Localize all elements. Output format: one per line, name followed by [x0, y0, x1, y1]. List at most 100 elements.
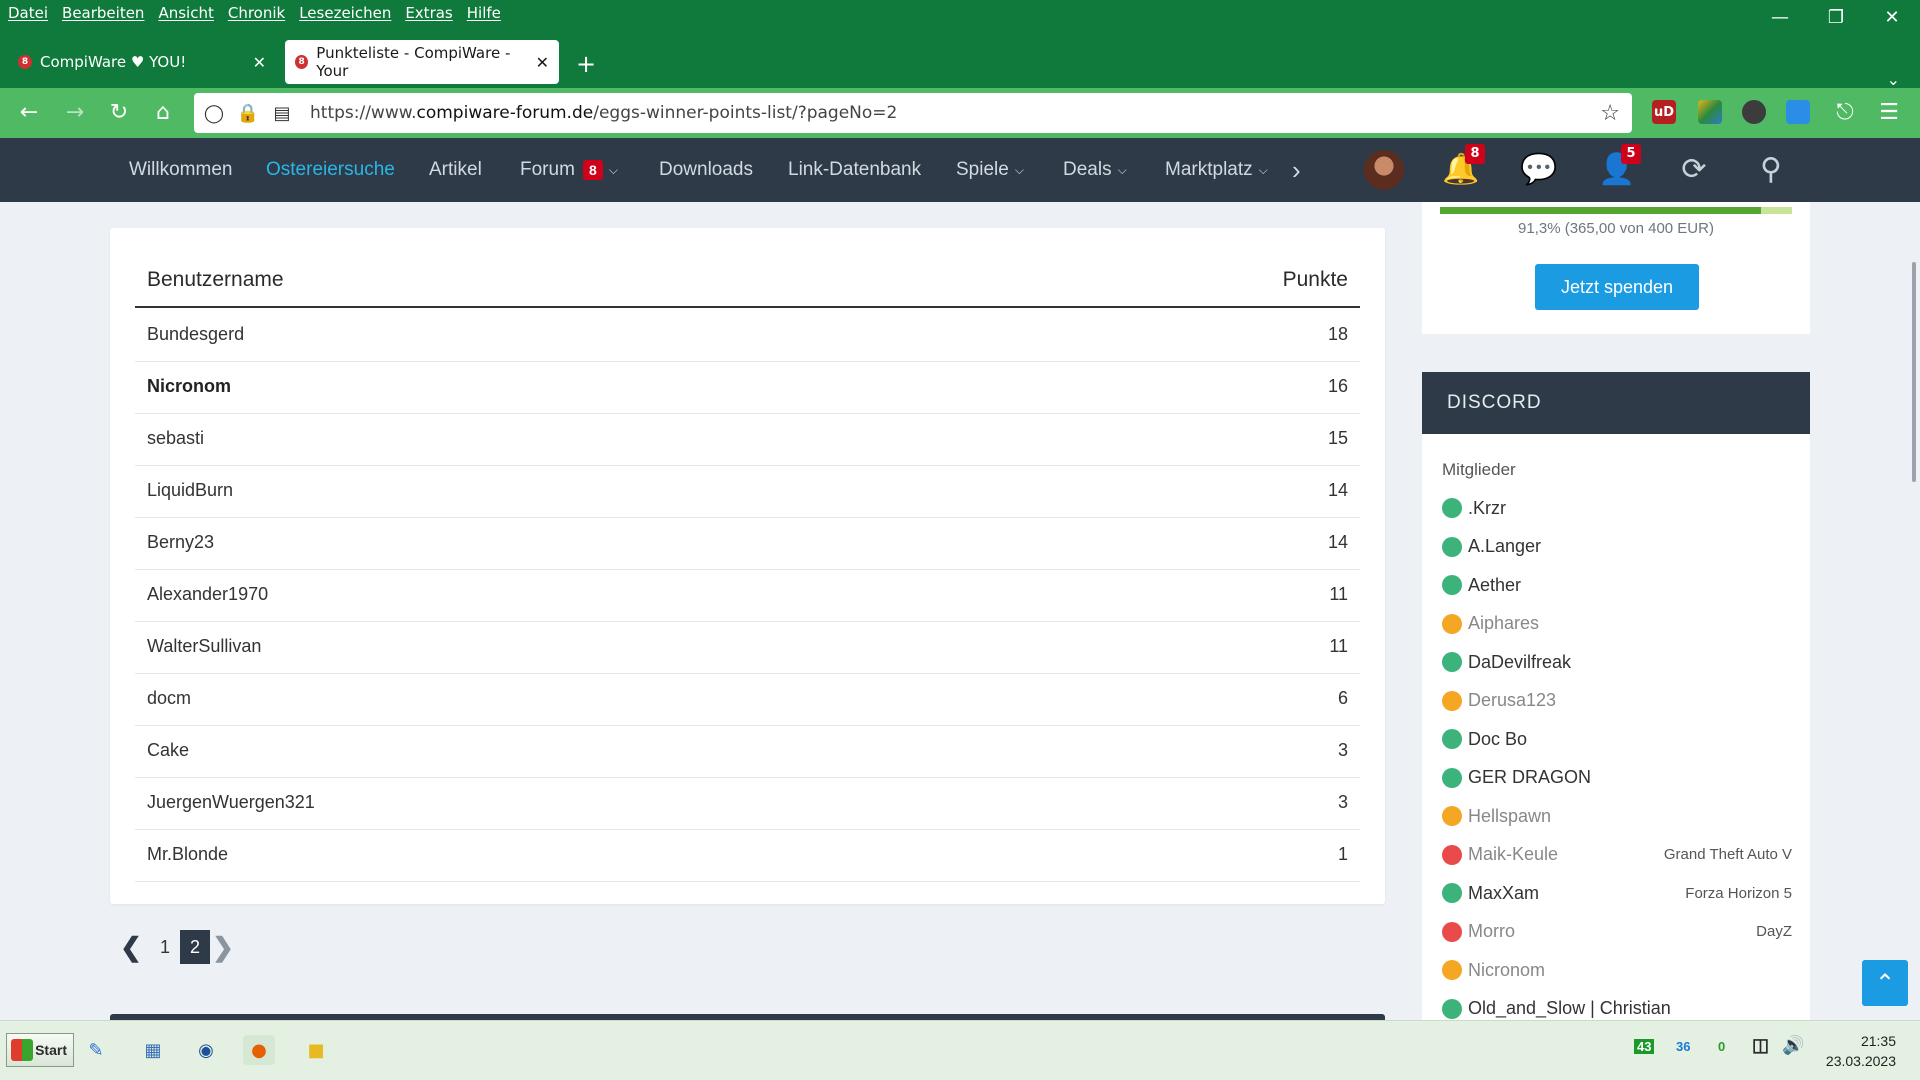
- discord-member[interactable]: MaxXam Forza Horizon 5: [1442, 878, 1792, 908]
- status-online-icon: [1442, 652, 1462, 672]
- table-row: WalterSullivan 11: [135, 622, 1360, 674]
- calendar-app-icon[interactable]: ▦: [137, 1035, 169, 1065]
- nav-forum[interactable]: Forum 8 ⌵: [520, 138, 618, 202]
- member-game: Forza Horizon 5: [1685, 884, 1792, 902]
- tab-punkteliste[interactable]: 8 Punkteliste - CompiWare - Your ✕: [285, 40, 559, 84]
- username-link[interactable]: Berny23: [147, 532, 214, 553]
- shield-icon[interactable]: ◯: [200, 103, 228, 124]
- thunderbird-icon[interactable]: ◉: [190, 1035, 222, 1065]
- friends-user-icon[interactable]: 👤 5: [1597, 144, 1641, 188]
- list-all-tabs-icon[interactable]: ⌄: [1887, 70, 1900, 89]
- url-bar[interactable]: ◯ 🔒 ▤ https://www.compiware-forum.de/egg…: [194, 93, 1632, 133]
- globe-extension-icon[interactable]: [1698, 100, 1722, 124]
- nav-artikel[interactable]: Artikel: [429, 138, 482, 202]
- forward-icon[interactable]: →: [60, 100, 90, 126]
- nav-ostereiersuche[interactable]: Ostereiersuche: [266, 138, 395, 202]
- conversations-icon[interactable]: 💬: [1519, 152, 1559, 188]
- discord-member[interactable]: Morro DayZ: [1442, 917, 1792, 947]
- page-scrollbar[interactable]: [1912, 262, 1916, 482]
- points-value: 16: [1327, 376, 1348, 396]
- extensions-puzzle-icon[interactable]: ⎋: [1830, 100, 1860, 126]
- bitwarden-shield-icon[interactable]: [1786, 100, 1810, 124]
- nav-link-datenbank[interactable]: Link-Datenbank: [788, 138, 921, 202]
- menu-chronik[interactable]: Chronik: [228, 4, 285, 22]
- show-desktop-icon[interactable]: ✎: [80, 1035, 112, 1065]
- back-icon[interactable]: ←: [14, 100, 44, 126]
- bookmark-star-icon[interactable]: ☆: [1600, 101, 1620, 126]
- nav-marktplatz[interactable]: Marktplatz ⌵: [1165, 138, 1268, 202]
- start-button[interactable]: Start: [6, 1033, 74, 1067]
- hamburger-menu-icon[interactable]: ☰: [1874, 100, 1904, 126]
- username-link[interactable]: sebasti: [147, 428, 204, 449]
- nav-willkommen[interactable]: Willkommen: [129, 138, 232, 202]
- tray-value-0[interactable]: 0: [1718, 1039, 1725, 1054]
- username-link[interactable]: LiquidBurn: [147, 480, 233, 501]
- menu-extras[interactable]: Extras: [405, 4, 452, 22]
- ublock-icon[interactable]: uD: [1652, 100, 1676, 124]
- privacy-extension-icon[interactable]: [1742, 100, 1766, 124]
- reload-icon[interactable]: ↻: [104, 100, 134, 126]
- discord-member[interactable]: Aether: [1442, 570, 1792, 600]
- firefox-icon[interactable]: ●: [243, 1035, 275, 1065]
- clock-time: 21:35: [1860, 1033, 1896, 1049]
- username-link[interactable]: docm: [147, 688, 191, 709]
- menu-ansicht[interactable]: Ansicht: [158, 4, 213, 22]
- discord-member[interactable]: Aiphares: [1442, 609, 1792, 639]
- username-link[interactable]: Nicronom: [147, 376, 231, 397]
- username-link[interactable]: Mr.Blonde: [147, 844, 228, 865]
- volume-icon[interactable]: 🔊: [1782, 1035, 1804, 1056]
- chevron-down-icon: ⌵: [608, 163, 619, 177]
- file-explorer-icon[interactable]: ■: [300, 1035, 332, 1065]
- system-clock[interactable]: 21:35 23.03.2023: [1826, 1031, 1896, 1071]
- refresh-sync-icon[interactable]: ⟳: [1674, 152, 1714, 188]
- discord-member[interactable]: A.Langer: [1442, 532, 1792, 562]
- tray-app-counter[interactable]: 43: [1634, 1039, 1655, 1054]
- discord-member[interactable]: Nicronom: [1442, 955, 1792, 985]
- menu-datei[interactable]: Datei: [8, 4, 48, 22]
- next-page-icon[interactable]: ❯: [210, 932, 236, 963]
- discord-member[interactable]: GER DRAGON: [1442, 763, 1792, 793]
- discord-member[interactable]: Old_and_Slow | Christian: [1442, 994, 1792, 1021]
- network-icon[interactable]: ◫: [1752, 1035, 1769, 1056]
- username-link[interactable]: Bundesgerd: [147, 324, 244, 345]
- username-link[interactable]: Alexander1970: [147, 584, 268, 605]
- discord-member[interactable]: Doc Bo: [1442, 724, 1792, 754]
- column-header-points[interactable]: Punkte: [1283, 268, 1348, 292]
- close-tab-icon[interactable]: ✕: [536, 53, 549, 72]
- status-online-icon: [1442, 883, 1462, 903]
- nav-spiele[interactable]: Spiele ⌵: [956, 138, 1024, 202]
- reader-mode-icon[interactable]: ▤: [268, 103, 296, 124]
- nav-deals[interactable]: Deals ⌵: [1063, 138, 1127, 202]
- username-link[interactable]: WalterSullivan: [147, 636, 261, 657]
- username-link[interactable]: JuergenWuergen321: [147, 792, 315, 813]
- browser-menubar: Datei Bearbeiten Ansicht Chronik Lesezeichen…: [0, 0, 1920, 26]
- tray-value-36[interactable]: 36: [1676, 1039, 1690, 1054]
- discord-member[interactable]: Hellspawn: [1442, 801, 1792, 831]
- discord-member[interactable]: Derusa123: [1442, 686, 1792, 716]
- nav-more-chevron-icon[interactable]: ›: [1292, 138, 1301, 202]
- column-header-username[interactable]: Benutzername: [147, 268, 284, 292]
- username-link[interactable]: Cake: [147, 740, 189, 761]
- home-icon[interactable]: ⌂: [148, 100, 178, 126]
- scroll-to-top-button[interactable]: ⌃: [1862, 960, 1908, 1006]
- user-avatar[interactable]: [1364, 150, 1404, 190]
- page-1-link[interactable]: 1: [150, 930, 180, 964]
- page-2-current: 2: [180, 930, 210, 964]
- url-text[interactable]: https://www.compiware-forum.de/eggs-winn…: [310, 103, 897, 123]
- close-tab-icon[interactable]: ✕: [253, 53, 266, 72]
- new-tab-icon[interactable]: +: [576, 50, 596, 78]
- notifications-bell-icon[interactable]: 🔔 8: [1441, 144, 1485, 188]
- tab-compiware-home[interactable]: 8 CompiWare ♥ YOU! ✕: [8, 40, 276, 84]
- menu-hilfe[interactable]: Hilfe: [467, 4, 501, 22]
- menu-bearbeiten[interactable]: Bearbeiten: [62, 4, 144, 22]
- search-icon[interactable]: ⚲: [1751, 152, 1791, 188]
- discord-member[interactable]: .Krzr: [1442, 493, 1792, 523]
- discord-member[interactable]: Maik-Keule Grand Theft Auto V: [1442, 840, 1792, 870]
- previous-page-icon[interactable]: ❮: [118, 932, 144, 963]
- menu-lesezeichen[interactable]: Lesezeichen: [299, 4, 391, 22]
- donate-button[interactable]: Jetzt spenden: [1535, 264, 1699, 310]
- nav-downloads[interactable]: Downloads: [659, 138, 753, 202]
- discord-member[interactable]: DaDevilfreak: [1442, 647, 1792, 677]
- table-row: JuergenWuergen321 3: [135, 778, 1360, 830]
- lock-icon[interactable]: 🔒: [234, 103, 262, 124]
